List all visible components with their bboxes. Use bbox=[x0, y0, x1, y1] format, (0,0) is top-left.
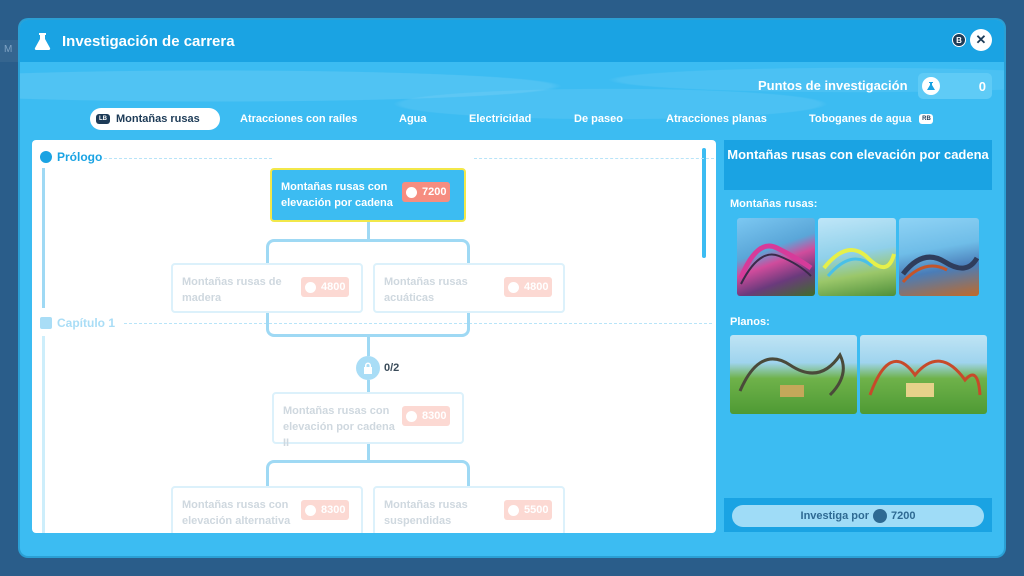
lock-icon bbox=[356, 356, 380, 380]
cost-value: 8300 bbox=[321, 504, 346, 516]
research-node-alt-lift[interactable]: Montañas rusas con elevación alternativa… bbox=[171, 486, 363, 533]
chapter-1: Capítulo 1 bbox=[40, 316, 115, 330]
coaster-thumbnail[interactable] bbox=[737, 218, 815, 296]
info-footer: Investiga por 7200 bbox=[724, 498, 992, 532]
research-button[interactable]: Investiga por 7200 bbox=[732, 505, 984, 527]
tree-connector bbox=[266, 460, 470, 488]
research-points-icon bbox=[922, 77, 940, 95]
node-cost: 5500 bbox=[504, 500, 553, 520]
lock-progress: 0/2 bbox=[384, 362, 400, 374]
research-icon bbox=[406, 410, 417, 422]
cost-value: 7200 bbox=[422, 186, 447, 198]
research-icon bbox=[872, 509, 887, 523]
tab-label: Montañas rusas bbox=[116, 113, 200, 125]
blueprint-thumbnail[interactable] bbox=[730, 335, 857, 414]
info-panel: Montañas rusas con elevación por cadena … bbox=[724, 140, 992, 532]
research-button-cost: 7200 bbox=[890, 510, 916, 522]
research-points-value: 0 bbox=[978, 78, 986, 94]
tab-atracciones-con-railes[interactable]: Atracciones con raíles bbox=[240, 108, 357, 130]
research-points-label: Puntos de investigación bbox=[758, 78, 908, 93]
cost-value: 4800 bbox=[321, 281, 346, 293]
coaster-thumbnail[interactable] bbox=[899, 218, 979, 296]
tab-de-paseo[interactable]: De paseo bbox=[574, 108, 623, 130]
background-menu-label: M bbox=[0, 40, 20, 62]
tab-label: Toboganes de agua bbox=[809, 113, 912, 125]
chapter-label: Capítulo 1 bbox=[57, 316, 116, 330]
tab-label: De paseo bbox=[574, 113, 623, 125]
chapter-timeline bbox=[42, 336, 45, 533]
cost-value: 5500 bbox=[524, 504, 549, 516]
chapter-timeline bbox=[42, 168, 45, 308]
tab-montanas-rusas[interactable]: LB Montañas rusas bbox=[90, 108, 220, 130]
node-cost: 4800 bbox=[301, 277, 350, 297]
b-button-hint[interactable]: B bbox=[952, 33, 966, 47]
research-icon bbox=[406, 186, 417, 198]
chapter-label: Prólogo bbox=[57, 150, 103, 164]
research-button-label: Investiga por bbox=[800, 510, 869, 522]
chapter-divider bbox=[474, 158, 714, 159]
research-node-water-coaster[interactable]: Montañas rusas acuáticas 4800 bbox=[373, 263, 565, 313]
node-cost: 8300 bbox=[301, 500, 350, 520]
tab-toboganes-de-agua[interactable]: Toboganes de agua RB bbox=[809, 108, 934, 130]
node-label: Montañas rusas con elevación alternativa bbox=[182, 499, 291, 527]
coaster-thumbnail[interactable] bbox=[818, 218, 896, 296]
flask-icon bbox=[32, 30, 54, 52]
research-icon bbox=[40, 151, 52, 163]
research-tree-panel[interactable]: Prólogo Capítulo 1 0/2 Montañas rusas co… bbox=[32, 140, 716, 533]
node-label: Montañas rusas con elevación por cadena … bbox=[283, 405, 395, 449]
cost-value: 8300 bbox=[422, 410, 447, 422]
node-cost: 8300 bbox=[402, 406, 451, 426]
category-tabs: LB Montañas rusas Atracciones con raíles… bbox=[90, 108, 950, 130]
rides-section-label: Montañas rusas: bbox=[730, 198, 818, 210]
title-bar: Investigación de carrera B ✕ bbox=[20, 20, 1004, 62]
research-node-wooden[interactable]: Montañas rusas de madera 4800 bbox=[171, 263, 363, 313]
tree-connector bbox=[367, 220, 370, 240]
blueprints-section-label: Planos: bbox=[730, 316, 770, 328]
research-window: Investigación de carrera B ✕ Puntos de i… bbox=[20, 20, 1004, 556]
node-cost: 4800 bbox=[504, 277, 553, 297]
chapter-divider bbox=[104, 158, 272, 159]
research-icon bbox=[305, 281, 316, 293]
chapter-prologo: Prólogo bbox=[40, 150, 102, 164]
tree-scrollbar[interactable] bbox=[702, 148, 706, 258]
research-points-box: 0 bbox=[918, 73, 992, 99]
tab-electricidad[interactable]: Electricidad bbox=[469, 108, 531, 130]
tree-connector bbox=[266, 311, 470, 337]
node-label: Montañas rusas suspendidas bbox=[384, 499, 468, 527]
research-icon bbox=[508, 281, 519, 293]
info-title: Montañas rusas con elevación por cadena bbox=[724, 140, 992, 190]
tree-connector bbox=[266, 239, 470, 265]
lock-icon bbox=[40, 317, 52, 329]
close-button[interactable]: ✕ bbox=[970, 29, 992, 51]
research-node-chain-lift-ii[interactable]: Montañas rusas con elevación por cadena … bbox=[272, 392, 464, 449]
tab-label: Electricidad bbox=[469, 113, 532, 125]
tab-atracciones-planas[interactable]: Atracciones planas bbox=[666, 108, 767, 130]
blueprint-thumbnail[interactable] bbox=[860, 335, 987, 414]
node-label: Montañas rusas de madera bbox=[182, 276, 282, 304]
rb-button-icon: RB bbox=[919, 114, 934, 124]
node-label: Montañas rusas con elevación por cadena bbox=[281, 181, 393, 209]
cost-value: 4800 bbox=[524, 281, 549, 293]
node-cost: 7200 bbox=[402, 182, 451, 202]
tree-connector bbox=[367, 336, 370, 356]
tab-label: Atracciones planas bbox=[666, 113, 767, 125]
research-node-suspended[interactable]: Montañas rusas suspendidas 5500 bbox=[373, 486, 565, 533]
node-label: Montañas rusas acuáticas bbox=[384, 276, 468, 304]
tab-label: Agua bbox=[399, 113, 427, 125]
research-node-chain-lift[interactable]: Montañas rusas con elevación por cadena … bbox=[270, 168, 466, 222]
tab-agua[interactable]: Agua bbox=[399, 108, 427, 130]
window-title: Investigación de carrera bbox=[62, 32, 235, 50]
tab-label: Atracciones con raíles bbox=[240, 113, 358, 125]
research-icon bbox=[305, 504, 316, 516]
lb-button-icon: LB bbox=[96, 114, 110, 124]
research-icon bbox=[508, 504, 519, 516]
